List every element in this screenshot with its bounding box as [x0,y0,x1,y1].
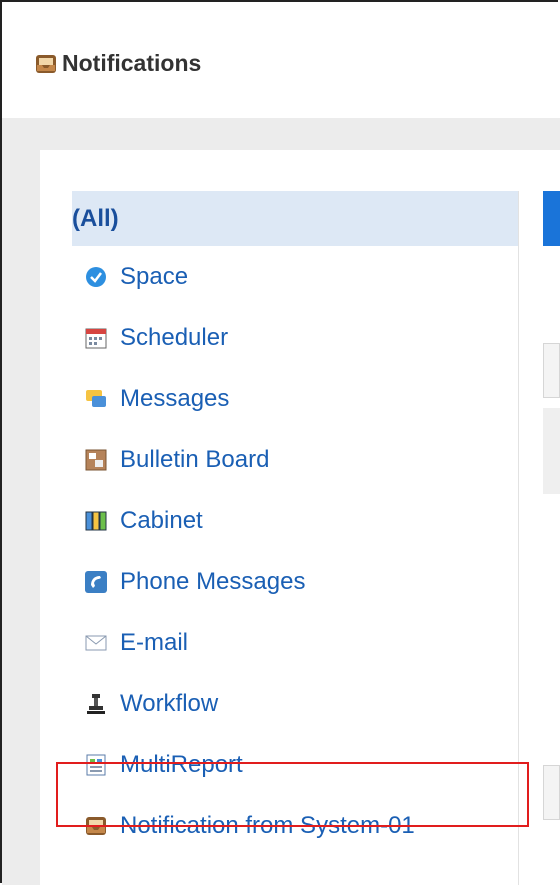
category-label: Messages [120,384,230,412]
workflow-icon [87,693,105,714]
category-label: (All) [72,204,119,232]
notification-tray-icon [36,54,56,73]
category-label: E-mail [120,628,189,656]
category-label: Cabinet [120,506,203,534]
category-item-email[interactable]: E-mail [72,612,518,673]
category-item-all[interactable]: (All) [72,191,518,246]
category-label: Workflow [120,689,219,717]
category-label: Bulletin Board [120,445,270,473]
category-item-messages[interactable]: Messages [72,368,518,429]
messages-icon [86,389,106,407]
blue-tab[interactable] [543,191,560,246]
highlight-box [56,762,529,827]
category-item-cabinet[interactable]: Cabinet [72,490,518,551]
category-item-bulletin-board[interactable]: Bulletin Board [72,429,518,490]
page-title: Notifications [62,50,202,76]
scheduler-icon [85,328,107,348]
right-panel-row [543,408,560,494]
category-label: Space [120,262,189,290]
header: Notifications [2,2,560,118]
cabinet-icon [85,511,107,530]
space-icon [86,266,106,287]
category-item-phone-messages[interactable]: Phone Messages [72,551,518,612]
right-panel-button-bottom[interactable] [543,765,560,820]
email-icon [85,635,107,650]
right-panel-button[interactable] [543,343,560,398]
category-item-workflow[interactable]: Workflow [72,673,518,734]
category-label: Scheduler [120,323,229,351]
phone-messages-icon [85,570,107,593]
category-label: Phone Messages [120,567,306,595]
bulletin-board-icon [85,449,107,470]
page-title-row: Notifications [34,50,201,77]
category-item-space[interactable]: Space [72,246,518,307]
category-item-scheduler[interactable]: Scheduler [72,307,518,368]
